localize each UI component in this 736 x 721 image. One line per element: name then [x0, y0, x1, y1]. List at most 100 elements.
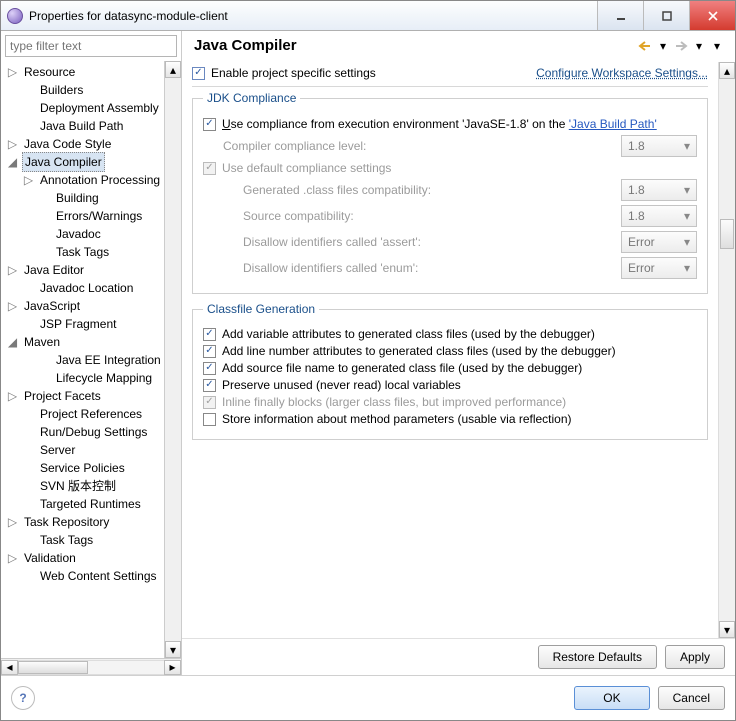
back-button[interactable] — [637, 38, 653, 54]
store-method-params-label: Store information about method parameter… — [222, 412, 572, 426]
configure-workspace-link[interactable]: Configure Workspace Settings... — [536, 66, 708, 80]
inline-finally-checkbox[interactable] — [203, 396, 216, 409]
gen-class-compat-combo[interactable]: 1.8▾ — [621, 179, 697, 201]
store-method-params-checkbox[interactable] — [203, 413, 216, 426]
content-vscrollbar[interactable]: ▴ ▾ — [718, 62, 735, 638]
twisty-open-icon[interactable]: ◢ — [7, 337, 18, 348]
tree-item[interactable]: ▷Java Editor — [1, 261, 164, 279]
tree-item[interactable]: Javadoc — [1, 225, 164, 243]
twisty-closed-icon[interactable]: ▷ — [7, 265, 18, 276]
forward-menu-icon[interactable]: ▾ — [691, 38, 707, 54]
tree-item[interactable]: Task Tags — [1, 531, 164, 549]
tree-item-label: Errors/Warnings — [54, 207, 144, 225]
disallow-assert-label: Disallow identifiers called 'assert': — [243, 235, 621, 249]
tree-item[interactable]: ◢Maven — [1, 333, 164, 351]
tree-item[interactable]: ▷Task Repository — [1, 513, 164, 531]
twisty-none — [39, 355, 50, 366]
tree-item[interactable]: JSP Fragment — [1, 315, 164, 333]
tree-item-label: Deployment Assembly — [38, 99, 161, 117]
sidebar: ▷Resource Builders Deployment Assembly J… — [1, 31, 182, 675]
tree-item[interactable]: Lifecycle Mapping — [1, 369, 164, 387]
sidebar-hscrollbar[interactable]: ◂ ▸ — [1, 658, 181, 675]
tree-item[interactable]: ▷Java Code Style — [1, 135, 164, 153]
use-exec-env-checkbox[interactable] — [203, 118, 216, 131]
tree-item[interactable]: Javadoc Location — [1, 279, 164, 297]
tree-item[interactable]: Builders — [1, 81, 164, 99]
add-line-numbers-label: Add line number attributes to generated … — [222, 344, 616, 358]
tree-item-label: Project References — [38, 405, 144, 423]
twisty-closed-icon[interactable]: ▷ — [23, 175, 34, 186]
window-title: Properties for datasync-module-client — [29, 9, 597, 23]
add-line-numbers-checkbox[interactable] — [203, 345, 216, 358]
twisty-closed-icon[interactable]: ▷ — [7, 553, 18, 564]
tree-item[interactable]: SVN 版本控制 — [1, 477, 164, 495]
twisty-none — [23, 283, 34, 294]
forward-button[interactable] — [673, 38, 689, 54]
tree-item-label: Web Content Settings — [38, 567, 159, 585]
tree-item[interactable]: ◢Java Compiler — [1, 153, 164, 171]
tree-item[interactable]: Targeted Runtimes — [1, 495, 164, 513]
scroll-up-icon[interactable]: ▴ — [165, 61, 181, 78]
apply-button[interactable]: Apply — [665, 645, 725, 669]
tree-item[interactable]: Run/Debug Settings — [1, 423, 164, 441]
tree-item[interactable]: Task Tags — [1, 243, 164, 261]
java-build-path-link[interactable]: 'Java Build Path' — [569, 117, 657, 131]
sidebar-vscrollbar[interactable]: ▴ ▾ — [164, 61, 181, 658]
tree-item[interactable]: Project References — [1, 405, 164, 423]
tree-item-label: Annotation Processing — [38, 171, 162, 189]
tree-item[interactable]: Service Policies — [1, 459, 164, 477]
twisty-none — [23, 463, 34, 474]
scroll-left-icon[interactable]: ◂ — [1, 660, 18, 675]
ok-button[interactable]: OK — [574, 686, 649, 710]
twisty-closed-icon[interactable]: ▷ — [7, 139, 18, 150]
tree-item[interactable]: ▷Project Facets — [1, 387, 164, 405]
filter-input[interactable] — [5, 35, 177, 57]
twisty-open-icon[interactable]: ◢ — [7, 157, 18, 168]
twisty-none — [39, 247, 50, 258]
page-header: Java Compiler ▾ ▾ ▾ — [182, 31, 735, 62]
tree-item[interactable]: Java Build Path — [1, 117, 164, 135]
source-compat-combo[interactable]: 1.8▾ — [621, 205, 697, 227]
close-button[interactable] — [689, 1, 735, 30]
back-menu-icon[interactable]: ▾ — [655, 38, 671, 54]
twisty-closed-icon[interactable]: ▷ — [7, 517, 18, 528]
view-menu-icon[interactable]: ▾ — [709, 38, 725, 54]
tree-item[interactable]: Errors/Warnings — [1, 207, 164, 225]
twisty-closed-icon[interactable]: ▷ — [7, 67, 18, 78]
compiler-level-combo[interactable]: 1.8▾ — [621, 135, 697, 157]
disallow-enum-combo[interactable]: Error▾ — [621, 257, 697, 279]
disallow-enum-label: Disallow identifiers called 'enum': — [243, 261, 621, 275]
twisty-closed-icon[interactable]: ▷ — [7, 391, 18, 402]
cancel-button[interactable]: Cancel — [658, 686, 725, 710]
add-variable-attrs-checkbox[interactable] — [203, 328, 216, 341]
tree-item[interactable]: ▷Resource — [1, 63, 164, 81]
content-scroll-up-icon[interactable]: ▴ — [719, 62, 735, 79]
tree-item[interactable]: Deployment Assembly — [1, 99, 164, 117]
use-exec-env-label: Use compliance from execution environmen… — [222, 117, 657, 131]
tree-item[interactable]: Building — [1, 189, 164, 207]
tree-item[interactable]: ▷ Annotation Processing — [1, 171, 164, 189]
use-default-compliance-checkbox[interactable] — [203, 162, 216, 175]
scroll-down-icon[interactable]: ▾ — [165, 641, 181, 658]
scroll-right-icon[interactable]: ▸ — [164, 660, 181, 675]
tree-item-label: Task Tags — [54, 243, 111, 261]
disallow-assert-combo[interactable]: Error▾ — [621, 231, 697, 253]
maximize-button[interactable] — [643, 1, 689, 30]
minimize-button[interactable] — [597, 1, 643, 30]
preserve-unused-checkbox[interactable] — [203, 379, 216, 392]
help-button[interactable]: ? — [11, 686, 35, 710]
gen-class-compat-label: Generated .class files compatibility: — [243, 183, 621, 197]
tree-item[interactable]: Java EE Integration — [1, 351, 164, 369]
tree-item[interactable]: ▷Validation — [1, 549, 164, 567]
enable-project-specific-checkbox[interactable] — [192, 67, 205, 80]
preference-tree[interactable]: ▷Resource Builders Deployment Assembly J… — [1, 61, 164, 658]
twisty-closed-icon[interactable]: ▷ — [7, 301, 18, 312]
tree-item[interactable]: ▷JavaScript — [1, 297, 164, 315]
tree-item-label: Building — [54, 189, 101, 207]
add-source-name-checkbox[interactable] — [203, 362, 216, 375]
tree-item[interactable]: Server — [1, 441, 164, 459]
twisty-none — [39, 229, 50, 240]
tree-item[interactable]: Web Content Settings — [1, 567, 164, 585]
content-scroll-down-icon[interactable]: ▾ — [719, 621, 735, 638]
restore-defaults-button[interactable]: Restore Defaults — [538, 645, 657, 669]
